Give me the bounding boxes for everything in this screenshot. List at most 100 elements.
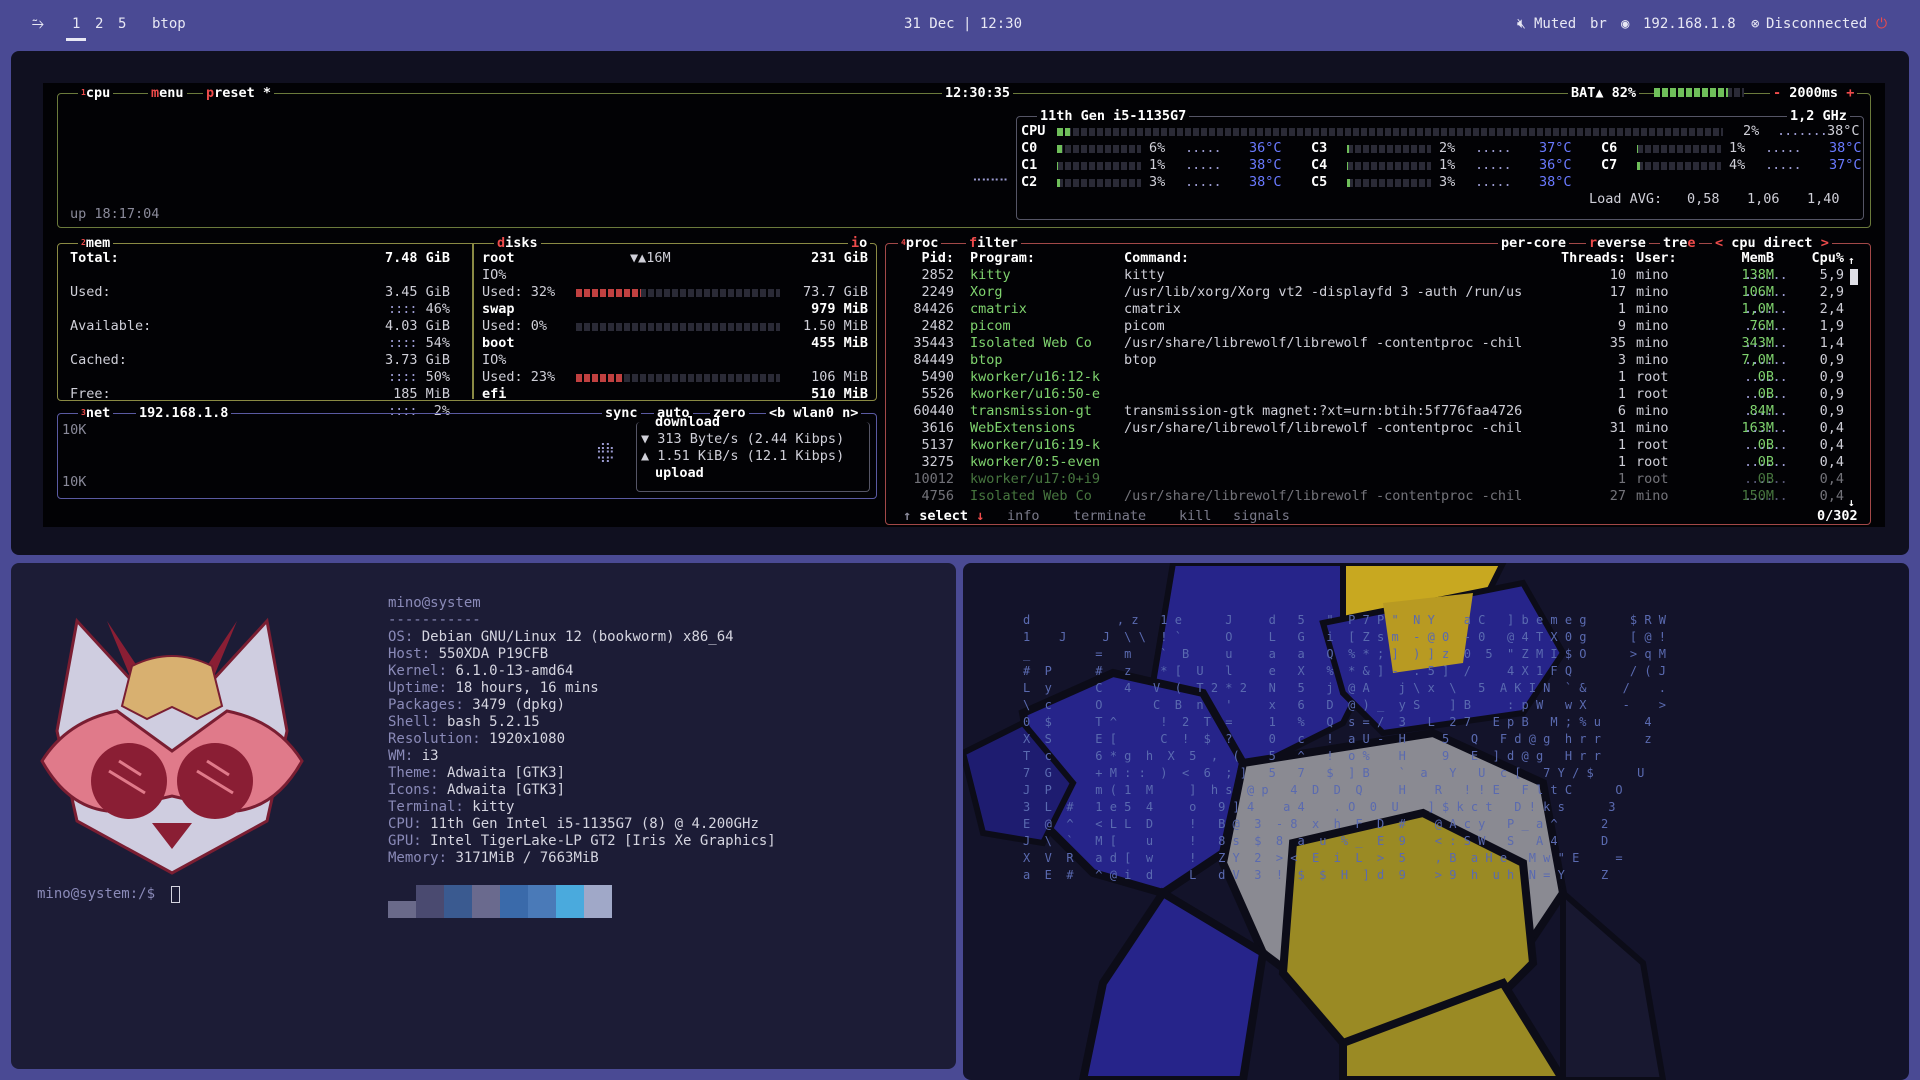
cpu-tab[interactable]: cpu [86,85,110,101]
neofetch-line: WM: i3 [388,748,439,765]
ip-address[interactable]: 192.168.1.8 [1643,16,1736,32]
disk-size: 510 MiB [811,386,868,402]
proc-row[interactable]: 2482 picom picom 9 mino 76M 1,9...... [886,318,1846,335]
net-interface[interactable]: <b wlan0 n> [766,405,862,421]
proc-row[interactable]: 2852 kitty kitty 10 mino 138M 5,9...... [886,267,1846,284]
vpn-status[interactable]: Disconnected [1766,16,1867,32]
proc-cpu: 0,4 [1819,488,1844,504]
terminate-action[interactable]: terminate [1070,508,1150,524]
proc-cpu-graph: ...... [1744,471,1788,487]
menu-tab[interactable]: enu [159,85,183,101]
proc-pid: 84426 [913,301,954,317]
cmatrix-window[interactable]: d , z 1 e J d 5 " P 7 P " N Y a C ] b e … [963,563,1909,1080]
terminal-cursor[interactable] [171,886,180,903]
select-action[interactable]: select [919,508,968,524]
proc-pid: 2249 [921,284,954,300]
workspace-5[interactable]: 5 [118,16,126,32]
mem-value: 3.45 GiB [384,284,450,300]
proc-count: 0/302 [1814,508,1861,524]
proc-row[interactable]: 10012 kworker/u17:0+i9 1 root 0B 0,4...... [886,471,1846,488]
core-pct: 1% [1439,157,1456,173]
neofetch-value: Debian GNU/Linux 12 (bookworm) x86_64 [413,629,734,645]
terminal-window[interactable]: mino@system ----------- OS: Debian GNU/L… [11,563,956,1069]
net-graph: ⣴⣦ ⠙⠋ [596,438,615,471]
proc-threads: 1 [1617,437,1626,453]
proc-cpu-graph: ...... [1744,454,1788,470]
kill-action[interactable]: kill [1176,508,1215,524]
proc-row[interactable]: 5526 kworker/u16:50-e 1 root 0B 0,9...... [886,386,1846,403]
proc-row[interactable]: 3275 kworker/0:5-even 1 root 0B 0,4...... [886,454,1846,471]
disks-tab[interactable]: isks [505,235,538,251]
proc-cpu: 2,9 [1819,284,1844,300]
proc-row[interactable]: 60440 transmission-gt transmission-gtk mag… [886,403,1846,420]
core-bar [1637,145,1721,153]
per-core-toggle[interactable]: per-core [1498,235,1570,251]
core-bar [1057,179,1141,187]
proc-row[interactable]: 5490 kworker/u16:12-k 1 root 0B 0,9...... [886,369,1846,386]
proc-row[interactable]: 2249 Xorg/usr/lib/xorg/Xorg vt2 -displayf… [886,284,1846,301]
proc-program: WebExtensions [970,420,1076,436]
disk-size: 455 MiB [811,335,868,351]
proc-row[interactable]: 4756 Isolated Web Co/usr/share/librewolf/… [886,488,1846,505]
proc-cpu: 0,4 [1819,420,1844,436]
info-action[interactable]: info [1004,508,1043,524]
disk-name: boot [482,335,515,351]
proc-row[interactable]: 3616 WebExtensions/usr/share/librewolf/li… [886,420,1846,437]
volume-muted-icon[interactable]: 🔇︎ [1517,16,1526,32]
workspace-1[interactable]: 1 [65,16,88,41]
proc-cpu: 1,4 [1819,335,1844,351]
net-sync[interactable]: sync [602,405,641,421]
io-tab[interactable]: o [859,235,867,251]
core-pct: 3% [1149,174,1166,190]
proc-col-header[interactable]: Program: [970,250,1120,267]
filter-tab[interactable]: ilter [977,235,1018,251]
proc-col-header[interactable]: MemB [1722,250,1774,267]
net-tab[interactable]: net [86,405,110,421]
disk-used: 1.50 MiB [802,318,868,334]
proc-scrollbar[interactable] [1850,269,1858,285]
core-temp: 38°C [1829,140,1862,156]
disk-used-bar [576,323,780,331]
refresh-rate[interactable]: 2000ms [1789,85,1838,101]
keyboard-layout[interactable]: br [1590,16,1607,32]
signals-action[interactable]: signals [1230,508,1293,524]
neofetch-line: CPU: 11th Gen Intel i5-1135G7 (8) @ 4.20… [388,816,759,833]
sort-selector[interactable]: cpu direct [1723,235,1821,251]
workspace-2[interactable]: 2 [95,16,103,32]
neofetch-line: Packages: 3479 (dpkg) [388,697,565,714]
mem-tab[interactable]: mem [86,235,110,251]
preset-tab[interactable]: reset * [214,85,271,101]
proc-pid: 5137 [921,437,954,453]
tree-toggle[interactable]: tre [1663,235,1687,251]
proc-row[interactable]: 35443 Isolated Web Co/usr/share/librewolf… [886,335,1846,352]
proc-program: Isolated Web Co [970,335,1092,351]
vpn-icon: ⊗ [1751,16,1760,32]
power-icon[interactable]: ⏻ [1876,16,1887,32]
neofetch-line: GPU: Intel TigerLake-LP GT2 [Iris Xe Gra… [388,833,776,850]
btop-window[interactable]: 1cpu menu preset * 12:30:35 BAT▲ 82% - 2… [11,51,1909,555]
mem-pct: 54% [425,335,450,351]
proc-program: kworker/u16:50-e [970,386,1101,402]
clock[interactable]: 31 Dec | 12:30 [904,16,1022,32]
reverse-toggle[interactable]: everse [1597,235,1646,251]
proc-user: root [1636,471,1669,487]
proc-row[interactable]: 84426 cmatrix cmatrix 1 mino 1,0M 2,4...... [886,301,1846,318]
proc-col-header[interactable]: Cpu% [1784,250,1844,267]
proc-row[interactable]: 5137 kworker/u16:19-k 1 root 0B 0,4...... [886,437,1846,454]
proc-tab[interactable]: proc [906,235,939,251]
proc-threads: 35 [1609,335,1626,351]
proc-col-header[interactable]: Threads: [1536,250,1626,267]
proc-row[interactable]: 84449 btop btop 3 mino 7,0M 0,9...... [886,352,1846,369]
proc-user: mino [1636,267,1669,283]
core-bar [1347,162,1431,170]
launcher-icon[interactable]: ⥲ [32,14,44,32]
cpu-freq: 1,2 GHz [1787,108,1850,124]
scroll-up-icon[interactable]: ↑ [1848,252,1855,269]
neofetch-key: Terminal: [388,799,464,815]
proc-threads: 1 [1617,471,1626,487]
neofetch-value: Adwaita [GTK3] [438,782,566,798]
proc-col-header[interactable]: User: [1636,250,1706,267]
audio-status[interactable]: Muted [1534,16,1576,32]
proc-col-header[interactable]: Pid: [896,250,954,267]
proc-col-header[interactable]: Command: [1124,250,1564,267]
